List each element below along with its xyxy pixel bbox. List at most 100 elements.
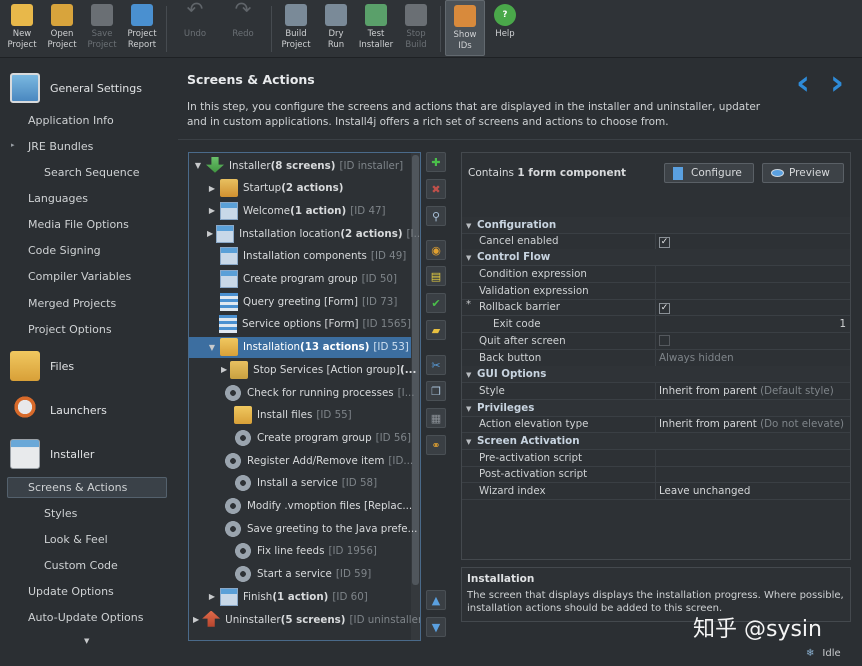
configure-button[interactable]: Configure xyxy=(664,163,754,183)
toolbar-button-undo[interactable]: ↶ Undo xyxy=(171,0,219,56)
sidebar-item-styles[interactable]: Styles xyxy=(44,507,77,520)
expand-arrow-icon[interactable]: ▶ xyxy=(221,365,227,374)
property-row[interactable]: Action elevation type Inherit from parent… xyxy=(462,416,850,433)
toolbar-button-show-ids[interactable]: Show IDs xyxy=(445,0,485,56)
property-row[interactable]: Wizard index Leave unchanged xyxy=(462,483,850,500)
tree-row[interactable]: ▶ Installation location (2 actions)[I... xyxy=(189,223,420,244)
sidebar-item-media-file-options[interactable]: Media File Options xyxy=(28,218,129,231)
property-row[interactable]: Style Inherit from parent (Default style) xyxy=(462,383,850,400)
property-row[interactable]: Cancel enabled ✓ xyxy=(462,233,850,250)
checkbox-unchecked[interactable] xyxy=(659,335,670,346)
sidebar-item-search-sequence[interactable]: Search Sequence xyxy=(44,166,140,179)
copy-icon[interactable]: ❐ xyxy=(426,381,446,401)
property-value[interactable] xyxy=(656,283,850,299)
toolbar-button-project-report[interactable]: Project Report xyxy=(122,0,162,56)
toolbar-button-help[interactable]: ? Help xyxy=(485,0,525,56)
property-value[interactable]: Leave unchanged xyxy=(656,483,850,499)
paste-icon[interactable]: ▦ xyxy=(426,408,446,428)
property-value[interactable] xyxy=(656,466,850,482)
sidebar-item-project-options[interactable]: Project Options xyxy=(28,323,112,336)
tree-row[interactable]: Check for running processes [I... xyxy=(189,382,415,403)
property-value[interactable]: 1 xyxy=(656,316,850,332)
tree-row[interactable]: ▶ Welcome (1 action) [ID 47] xyxy=(189,200,411,221)
tree-row[interactable]: Register Add/Remove item [ID... xyxy=(189,450,413,471)
tree-row[interactable]: Fix line feeds [ID 1956] xyxy=(189,541,411,562)
move-down-icon[interactable]: ▼ xyxy=(426,617,446,637)
expand-arrow-icon[interactable]: ▼ xyxy=(207,343,217,352)
tree-row[interactable]: Service options [Form] [ID 1565] xyxy=(189,314,411,335)
sidebar-section-general-settings[interactable]: General Settings xyxy=(10,73,142,103)
expand-arrow-icon[interactable]: ▶ xyxy=(207,206,217,215)
collapse-icon[interactable]: ▼ xyxy=(466,371,471,379)
tree-row[interactable]: ▶ Stop Services [Action group] (... xyxy=(189,359,416,380)
toolbar-button-stop-build[interactable]: Stop Build xyxy=(396,0,436,56)
property-value[interactable]: ✓ xyxy=(656,233,850,249)
check-icon[interactable]: ✔ xyxy=(426,293,446,313)
preview-button[interactable]: Preview xyxy=(762,163,844,183)
tree-row[interactable]: Create program group [ID 56] xyxy=(189,427,411,448)
cut-icon[interactable]: ✂ xyxy=(426,355,446,375)
toolbar-button-build-project[interactable]: Build Project xyxy=(276,0,316,56)
sidebar-item-auto-update-options[interactable]: Auto-Update Options xyxy=(28,611,144,624)
move-up-icon[interactable]: ▲ xyxy=(426,590,446,610)
toolbar-button-open-project[interactable]: Open Project xyxy=(42,0,82,56)
checkbox-checked[interactable]: ✓ xyxy=(659,303,670,314)
toolbar-button-dry-run[interactable]: Dry Run xyxy=(316,0,356,56)
delete-icon[interactable]: ✖ xyxy=(426,179,446,199)
toolbar-button-new-project[interactable]: New Project xyxy=(2,0,42,56)
expand-arrow-icon[interactable]: ▼ xyxy=(193,161,203,170)
link-icon[interactable]: ◉ xyxy=(426,240,446,260)
sidebar-section-files[interactable]: Files xyxy=(10,351,74,381)
sidebar-item-look-feel[interactable]: Look & Feel xyxy=(44,533,108,546)
link-chain-icon[interactable]: ⚭ xyxy=(426,435,446,455)
sidebar-item-languages[interactable]: Languages xyxy=(28,192,88,205)
sidebar-item-merged-projects[interactable]: Merged Projects xyxy=(28,297,116,310)
expand-arrow-icon[interactable]: ▶ xyxy=(207,592,217,601)
expand-arrow-icon[interactable]: ▶ xyxy=(193,615,199,624)
property-value[interactable]: Inherit from parent (Do not elevate) xyxy=(656,416,850,432)
expand-icon[interactable]: ▸ xyxy=(11,141,15,149)
expand-arrow-icon[interactable]: ▶ xyxy=(207,184,217,193)
property-category[interactable]: ▼ GUI Options xyxy=(462,366,850,383)
toolbar-button-save-project[interactable]: Save Project xyxy=(82,0,122,56)
toolbar-button-redo[interactable]: ↷ Redo xyxy=(219,0,267,56)
tree-row[interactable]: ▶ Uninstaller (5 screens) [ID uninstaller] xyxy=(189,609,420,630)
property-category[interactable]: ▼ Privileges xyxy=(462,400,850,417)
property-value[interactable] xyxy=(656,333,850,349)
add-icon[interactable]: ✚ xyxy=(426,152,446,172)
note-icon[interactable]: ▤ xyxy=(426,266,446,286)
property-row[interactable]: Back button Always hidden xyxy=(462,350,850,367)
property-row[interactable]: * Rollback barrier ✓ xyxy=(462,299,850,316)
sidebar-item-custom-code[interactable]: Custom Code xyxy=(44,559,118,572)
property-row[interactable]: Exit code 1 xyxy=(462,316,850,333)
folder-add-icon[interactable]: ▰ xyxy=(426,320,446,340)
scroll-down-icon[interactable]: ▼ xyxy=(84,637,89,645)
property-value[interactable]: Always hidden xyxy=(656,350,850,366)
sidebar-item-jre-bundles[interactable]: JRE Bundles xyxy=(28,140,93,153)
property-value[interactable] xyxy=(656,450,850,466)
tree-row[interactable]: Query greeting [Form] [ID 73] xyxy=(189,291,411,312)
toolbar-button-test-installer[interactable]: Test Installer xyxy=(356,0,396,56)
property-value[interactable]: ✓ xyxy=(656,299,850,315)
sidebar-item-compiler-variables[interactable]: Compiler Variables xyxy=(28,270,131,283)
property-category[interactable]: ▼ Control Flow xyxy=(462,249,850,266)
tree-row[interactable]: Modify .vmoption files [Replac... xyxy=(189,496,412,517)
sidebar-item-update-options[interactable]: Update Options xyxy=(28,585,114,598)
property-value[interactable]: Inherit from parent (Default style) xyxy=(656,383,850,399)
sidebar-section-launchers[interactable]: Launchers xyxy=(10,395,107,425)
property-value[interactable] xyxy=(656,266,850,282)
expand-arrow-icon[interactable]: ▶ xyxy=(207,229,213,238)
property-row[interactable]: Condition expression xyxy=(462,266,850,283)
screens-actions-tree[interactable]: ▼ Installer (8 screens) [ID installer] ▶ Sta… xyxy=(188,152,421,641)
collapse-icon[interactable]: ▼ xyxy=(466,405,471,413)
sidebar-item-screens-actions[interactable]: Screens & Actions xyxy=(28,481,127,494)
tree-row[interactable]: ▼ Installer (8 screens) [ID installer] xyxy=(189,155,411,176)
property-row[interactable]: Pre-activation script xyxy=(462,450,850,467)
tree-row[interactable]: ▶ Startup (2 actions) xyxy=(189,178,411,199)
tree-row[interactable]: ▶ Finish (1 action) [ID 60] xyxy=(189,586,411,607)
back-arrow-icon[interactable]: ‹ xyxy=(796,63,810,103)
tree-row[interactable]: ▼ Installation (13 actions) [ID 53] xyxy=(189,336,411,358)
tree-row[interactable]: Create program group [ID 50] xyxy=(189,269,411,290)
collapse-icon[interactable]: ▼ xyxy=(466,438,471,446)
property-row[interactable]: Validation expression xyxy=(462,283,850,300)
